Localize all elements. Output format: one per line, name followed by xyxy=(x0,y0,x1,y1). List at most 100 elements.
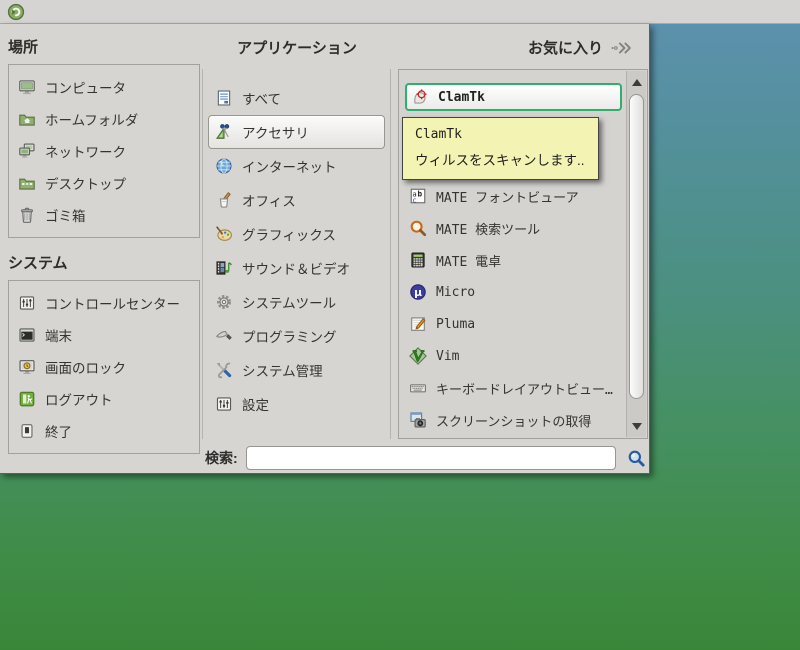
place-item-desktop[interactable]: デスクトップ xyxy=(9,167,199,199)
top-panel xyxy=(0,0,800,24)
app-item-clamtk[interactable]: ClamTk xyxy=(405,83,622,111)
applist-scrollbar[interactable] xyxy=(626,71,646,437)
quit-icon xyxy=(18,422,36,440)
system-title: システム xyxy=(8,255,68,272)
clamtk-icon xyxy=(411,88,429,106)
search-input[interactable] xyxy=(245,446,616,470)
programming-icon xyxy=(215,327,233,345)
graphics-icon xyxy=(215,225,233,243)
category-label: アクセサリ xyxy=(242,126,309,141)
scroll-up-button[interactable] xyxy=(627,73,646,91)
places-title: 場所 xyxy=(8,39,39,56)
trash-icon xyxy=(18,206,36,224)
category-label: システム管理 xyxy=(242,364,323,379)
category-column: x すべて アクセサリ インターネット オフィス グラフィックス サウンド＆ビデ… xyxy=(202,69,391,439)
favorites-arrow-icon xyxy=(610,39,634,57)
category-internet[interactable]: インターネット xyxy=(208,149,385,183)
system-item-quit[interactable]: 終了 xyxy=(9,415,199,447)
app-item-search-tool[interactable]: MATE 検索ツール xyxy=(405,212,622,244)
vim-icon xyxy=(409,347,427,365)
pluma-icon xyxy=(409,315,427,333)
office-icon xyxy=(215,191,233,209)
system-item-label: ログアウト xyxy=(45,393,113,408)
app-item-label: Pluma xyxy=(436,316,476,332)
search-bar: 検索: xyxy=(205,444,648,472)
place-item-label: ゴミ箱 xyxy=(45,209,86,224)
category-graphics[interactable]: グラフィックス xyxy=(208,217,385,251)
place-item-network[interactable]: ネットワーク xyxy=(9,135,199,167)
app-item-label: スクリーンショットの取得 xyxy=(436,414,592,430)
scroll-down-icon xyxy=(631,422,642,430)
place-item-home[interactable]: ホームフォルダ xyxy=(9,103,199,135)
scrollbar-thumb[interactable] xyxy=(629,94,644,399)
scroll-up-icon xyxy=(631,78,642,86)
app-item-keyboard-layout-viewer[interactable]: キーボードレイアウトビュー… xyxy=(405,372,622,404)
system-item-label: 端末 xyxy=(45,329,72,344)
applications-title: アプリケーション xyxy=(237,40,357,57)
logout-icon xyxy=(18,390,36,408)
category-sound-video[interactable]: サウンド＆ビデオ xyxy=(208,251,385,285)
control-center-icon xyxy=(18,294,36,312)
places-system-column: 場所 コンピュータ ホームフォルダ ネットワーク デスクトップ ゴミ箱 システム… xyxy=(8,36,200,454)
category-system-admin[interactable]: システム管理 xyxy=(208,353,385,387)
tooltip-description: ウィルスをスキャンします.. xyxy=(415,153,585,168)
favorites-switcher[interactable]: お気に入り xyxy=(398,37,648,58)
category-system-tools[interactable]: システムツール xyxy=(208,285,385,319)
app-item-label: Micro xyxy=(436,284,476,300)
font-viewer-icon: abc xyxy=(409,187,427,205)
network-icon xyxy=(18,142,36,160)
app-item-vim[interactable]: Vim xyxy=(405,340,622,372)
micro-icon: μ xyxy=(409,283,427,301)
internet-icon xyxy=(215,157,233,175)
system-item-label: 画面のロック xyxy=(45,361,126,376)
system-item-logout[interactable]: ログアウト xyxy=(9,383,199,415)
all-applications-icon: x xyxy=(215,89,233,107)
search-tool-icon xyxy=(409,219,427,237)
category-all[interactable]: x すべて xyxy=(208,81,385,115)
mint-menu-window: 場所 コンピュータ ホームフォルダ ネットワーク デスクトップ ゴミ箱 システム… xyxy=(0,24,650,474)
system-item-lock-screen[interactable]: 画面のロック xyxy=(9,351,199,383)
lock-screen-icon xyxy=(18,358,36,376)
search-magnifier-icon xyxy=(627,449,646,468)
system-item-label: コントロールセンター xyxy=(45,297,180,312)
mint-menu-button[interactable] xyxy=(6,2,26,21)
app-item-pluma[interactable]: Pluma xyxy=(405,308,622,340)
app-item-calculator[interactable]: MATE 電卓 xyxy=(405,244,622,276)
category-programming[interactable]: プログラミング xyxy=(208,319,385,353)
place-item-label: コンピュータ xyxy=(45,81,126,96)
clamtk-tooltip: ClamTk ウィルスをスキャンします.. xyxy=(402,117,599,180)
place-item-computer[interactable]: コンピュータ xyxy=(9,71,199,103)
app-item-micro[interactable]: μ Micro xyxy=(405,276,622,308)
app-item-label: MATE フォントビューア xyxy=(436,190,579,206)
app-item-label: Vim xyxy=(436,348,460,364)
tooltip-title: ClamTk xyxy=(415,127,462,142)
svg-text:c: c xyxy=(412,195,416,204)
calculator-icon xyxy=(409,251,427,269)
computer-icon xyxy=(18,78,36,96)
scroll-down-button[interactable] xyxy=(627,417,646,435)
app-item-label: キーボードレイアウトビュー… xyxy=(436,382,613,398)
category-label: オフィス xyxy=(242,194,296,209)
place-item-trash[interactable]: ゴミ箱 xyxy=(9,199,199,231)
svg-text:b: b xyxy=(418,190,423,199)
category-office[interactable]: オフィス xyxy=(208,183,385,217)
system-item-terminal[interactable]: 端末 xyxy=(9,319,199,351)
system-frame: コントロールセンター 端末 画面のロック ログアウト 終了 xyxy=(8,280,200,454)
mint-logo-icon xyxy=(7,3,25,21)
system-item-control-center[interactable]: コントロールセンター xyxy=(9,287,199,319)
category-accessories[interactable]: アクセサリ xyxy=(208,115,385,149)
accessories-icon xyxy=(215,123,233,141)
svg-text:μ: μ xyxy=(414,286,422,299)
category-label: システムツール xyxy=(242,296,337,311)
category-label: サウンド＆ビデオ xyxy=(242,262,350,277)
category-label: プログラミング xyxy=(242,330,337,345)
home-folder-icon xyxy=(18,110,36,128)
sound-video-icon xyxy=(215,259,233,277)
place-item-label: ホームフォルダ xyxy=(45,113,139,128)
category-settings[interactable]: 設定 xyxy=(208,387,385,421)
system-admin-icon xyxy=(215,361,233,379)
app-item-font-viewer[interactable]: abc MATE フォントビューア xyxy=(405,180,622,212)
app-item-screenshot[interactable]: スクリーンショットの取得 xyxy=(405,404,622,436)
search-button[interactable] xyxy=(624,445,648,471)
system-item-label: 終了 xyxy=(45,425,72,440)
